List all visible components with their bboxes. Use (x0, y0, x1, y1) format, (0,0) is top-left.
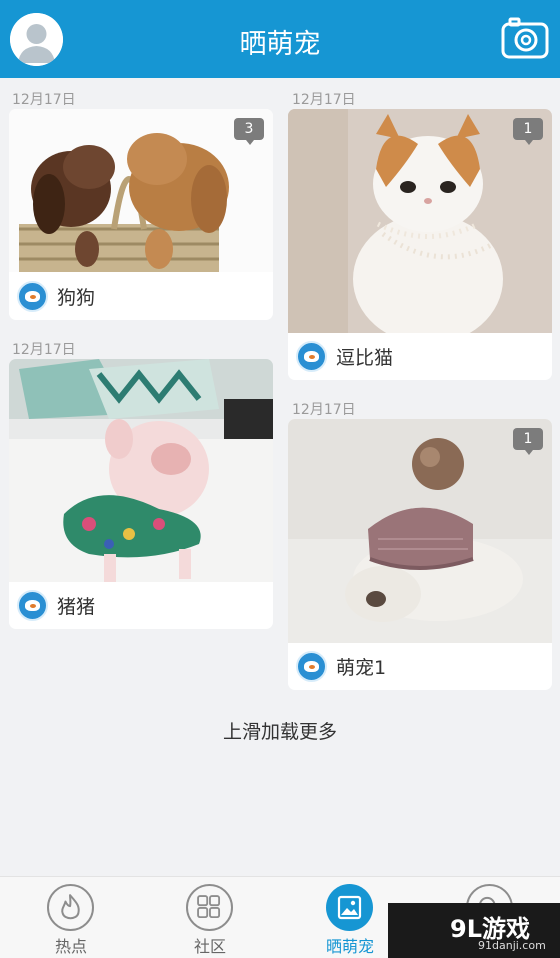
tab-label: 晒萌宠 (325, 937, 374, 956)
rabbit-photo[interactable]: 1 (288, 419, 552, 643)
load-more-hint: 上滑加载更多 (222, 721, 337, 743)
post-caption: 萌宠1 (288, 642, 552, 690)
post-caption: 猪猪 (9, 581, 273, 629)
tab-show-pets[interactable]: 晒萌宠 (305, 877, 395, 958)
comment-count-badge: 1 (513, 118, 543, 145)
grid-icon (186, 884, 233, 931)
comment-count-badge: 1 (513, 428, 543, 455)
photo-icon (326, 884, 373, 931)
post-card-cat[interactable]: 1 逗比猫 (288, 109, 552, 380)
post-date: 12月17日 (12, 92, 76, 108)
puppies-photo[interactable]: 3 (9, 109, 273, 272)
post-title: 狗狗 (57, 286, 96, 309)
tab-community[interactable]: 社区 (165, 877, 255, 958)
dog-avatar-icon (17, 589, 48, 621)
post-caption: 狗狗 (9, 272, 273, 320)
tab-hot[interactable]: 热点 (26, 877, 116, 958)
post-card-rabbit[interactable]: 1 萌宠1 (288, 419, 552, 690)
dog-avatar-icon (296, 340, 327, 372)
post-title: 萌宠1 (336, 656, 387, 679)
post-title: 猪猪 (57, 595, 96, 618)
post-caption: 逗比猫 (288, 332, 552, 380)
site-watermark: 9L游戏 91danji.com (388, 903, 560, 958)
post-title: 逗比猫 (336, 346, 394, 369)
post-card-pig[interactable]: 猪猪 (9, 359, 273, 629)
tab-label: 社区 (193, 937, 226, 956)
post-date: 12月17日 (292, 92, 356, 108)
pig-photo[interactable] (9, 359, 273, 582)
cat-photo[interactable]: 1 (288, 109, 552, 333)
comment-count-badge: 3 (234, 118, 264, 145)
camera-icon[interactable] (501, 17, 549, 59)
dog-avatar-icon (296, 650, 327, 682)
page-title: 晒萌宠 (239, 29, 321, 60)
post-date: 12月17日 (292, 402, 356, 418)
watermark-url: 91danji.com (478, 939, 546, 952)
tab-label: 热点 (54, 937, 87, 956)
post-card-dogs[interactable]: 3 狗狗 (9, 109, 273, 320)
dog-avatar-icon (17, 280, 48, 312)
app-header: 晒萌宠 (0, 0, 560, 78)
post-date: 12月17日 (12, 342, 76, 358)
fire-icon (47, 884, 94, 931)
